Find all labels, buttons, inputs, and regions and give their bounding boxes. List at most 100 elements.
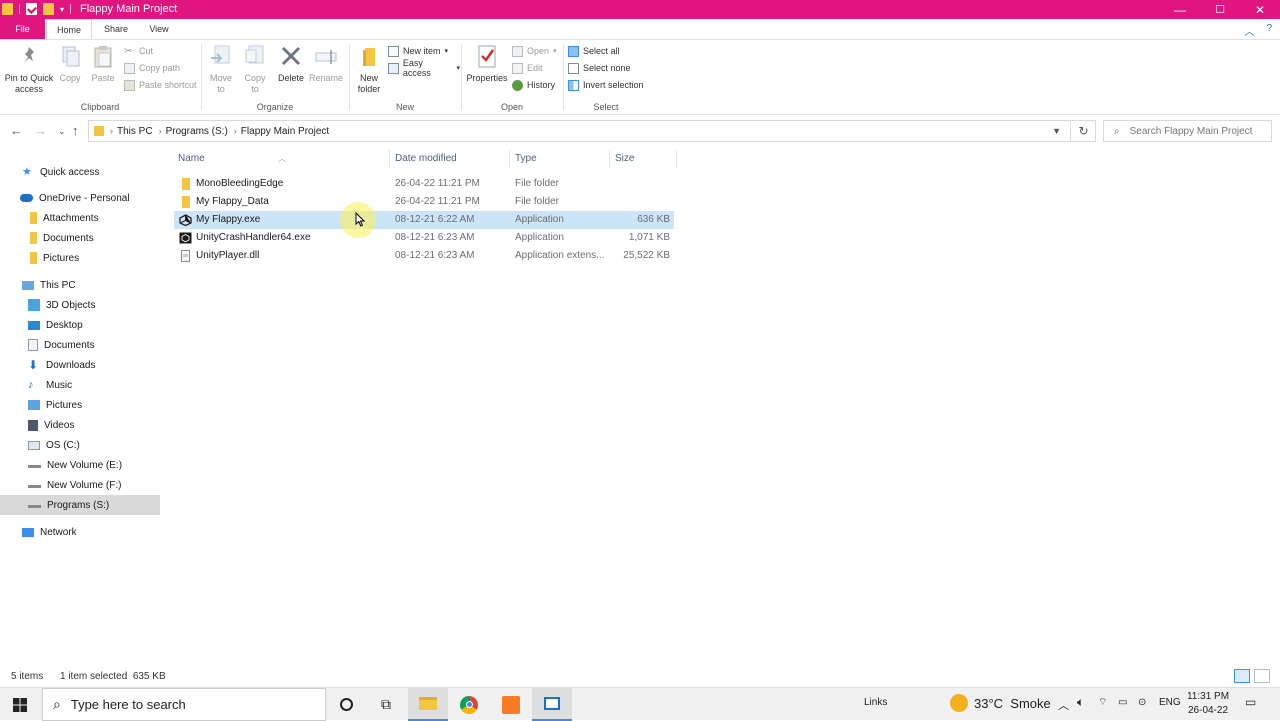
cortana-button[interactable] bbox=[326, 688, 366, 721]
xampp-taskbar-button[interactable] bbox=[491, 688, 531, 721]
file-row-selected[interactable]: My Flappy.exe 08-12-21 6:22 AM Applicati… bbox=[174, 211, 674, 229]
nav-programs-s[interactable]: Programs (S:) bbox=[0, 495, 160, 515]
easy-access-button[interactable]: Easy access ▾ bbox=[388, 58, 460, 78]
select-none-button[interactable]: Select none bbox=[568, 61, 631, 75]
invert-selection-button[interactable]: Invert selection bbox=[568, 78, 644, 92]
column-separator[interactable] bbox=[609, 150, 610, 168]
nav-this-pc[interactable]: This PC bbox=[0, 275, 160, 295]
notification-icon[interactable]: ▭ bbox=[1245, 695, 1256, 709]
maximize-button[interactable]: ☐ bbox=[1200, 0, 1240, 19]
nav-new-volume-e[interactable]: New Volume (E:) bbox=[0, 455, 160, 475]
copy-button[interactable]: Copy bbox=[56, 44, 84, 84]
nav-documents[interactable]: Documents bbox=[0, 335, 160, 355]
select-all-button[interactable]: Select all bbox=[568, 44, 620, 58]
qat-dropdown-icon[interactable]: ▾ bbox=[60, 5, 64, 14]
column-separator[interactable] bbox=[389, 150, 390, 168]
close-button[interactable]: ✕ bbox=[1240, 0, 1280, 19]
nav-os-c[interactable]: OS (C:) bbox=[0, 435, 160, 455]
nav-documents-onedrive[interactable]: Documents bbox=[0, 228, 160, 248]
breadcrumb-this-pc[interactable]: This PC bbox=[117, 126, 153, 137]
nav-videos[interactable]: Videos bbox=[0, 415, 160, 435]
details-view-icon[interactable] bbox=[1234, 669, 1250, 683]
nav-quick-access[interactable]: ★ Quick access bbox=[0, 162, 160, 182]
properties-button[interactable]: Properties bbox=[464, 44, 510, 84]
file-explorer-taskbar-button[interactable] bbox=[408, 688, 448, 721]
large-icons-view-icon[interactable] bbox=[1254, 669, 1270, 683]
links-toolbar[interactable]: Links bbox=[864, 697, 887, 708]
collapse-ribbon-icon[interactable]: ︿ bbox=[1244, 23, 1254, 38]
start-button[interactable] bbox=[0, 688, 40, 721]
edit-button[interactable]: Edit bbox=[512, 61, 543, 75]
taskbar-search[interactable]: ⌕ Type here to search bbox=[42, 688, 326, 721]
nav-pictures-onedrive[interactable]: Pictures bbox=[0, 248, 160, 268]
task-view-button[interactable]: ⧉ bbox=[366, 688, 406, 721]
move-to-button[interactable]: Move to bbox=[206, 44, 236, 95]
search-box[interactable]: ⌕ Search Flappy Main Project bbox=[1103, 120, 1272, 142]
weather-widget[interactable]: 33°C Smoke bbox=[950, 694, 1051, 712]
new-item-button[interactable]: New item ▾ bbox=[388, 44, 448, 58]
nav-network[interactable]: Network bbox=[0, 522, 160, 542]
nav-music[interactable]: ♪ Music bbox=[0, 375, 160, 395]
column-header-name[interactable]: Name bbox=[178, 153, 205, 164]
copy-to-button[interactable]: Copy to bbox=[240, 44, 270, 95]
file-row[interactable]: UnityPlayer.dll 08-12-21 6:23 AM Applica… bbox=[174, 247, 674, 265]
nav-downloads[interactable]: ⬇ Downloads bbox=[0, 355, 160, 375]
cut-button[interactable]: ✂ Cut bbox=[124, 44, 153, 58]
navigation-bar: ← → ⌄ ↑ › This PC › Programs (S:) › Flap… bbox=[0, 116, 1280, 146]
volume-icon[interactable]: 🔈︎ bbox=[1077, 695, 1084, 710]
new-folder-button[interactable]: New folder bbox=[352, 44, 386, 95]
nav-label: Documents bbox=[44, 339, 95, 351]
tab-share[interactable]: Share bbox=[96, 19, 136, 39]
invert-selection-icon bbox=[568, 79, 579, 91]
nav-onedrive[interactable]: OneDrive - Personal bbox=[0, 188, 160, 208]
column-header-size[interactable]: Size bbox=[615, 153, 634, 164]
paste-button[interactable]: Paste bbox=[88, 44, 118, 84]
delete-x-icon bbox=[281, 46, 301, 66]
copy-path-button[interactable]: Copy path bbox=[124, 61, 180, 75]
nav-label: Attachments bbox=[43, 212, 99, 224]
nav-desktop[interactable]: Desktop bbox=[0, 315, 160, 335]
tab-view[interactable]: View bbox=[140, 19, 178, 39]
breadcrumb-programs[interactable]: Programs (S:) bbox=[166, 126, 228, 137]
address-bar[interactable]: › This PC › Programs (S:) › Flappy Main … bbox=[88, 120, 1096, 142]
column-separator[interactable] bbox=[676, 150, 677, 168]
column-header-type[interactable]: Type bbox=[515, 153, 537, 164]
file-row[interactable]: UnityCrashHandler64.exe 08-12-21 6:23 AM… bbox=[174, 229, 674, 247]
nav-3d-objects[interactable]: 3D Objects bbox=[0, 295, 160, 315]
new-folder-icon[interactable] bbox=[43, 3, 54, 15]
history-button[interactable]: History bbox=[512, 78, 555, 92]
up-arrow-icon[interactable]: ↑ bbox=[72, 123, 79, 138]
location-icon[interactable]: ⊙ bbox=[1138, 697, 1146, 708]
refresh-icon[interactable]: ↻ bbox=[1070, 120, 1096, 142]
open-button[interactable]: Open ▾ bbox=[512, 44, 557, 58]
app-window-taskbar-button[interactable] bbox=[532, 688, 572, 721]
forward-arrow-icon[interactable]: → bbox=[34, 123, 47, 138]
tab-home[interactable]: Home bbox=[46, 19, 92, 39]
nav-new-volume-f[interactable]: New Volume (F:) bbox=[0, 475, 160, 495]
help-icon[interactable]: ? bbox=[1266, 23, 1272, 38]
file-row[interactable]: MonoBleedingEdge 26-04-22 11:21 PM File … bbox=[174, 175, 674, 193]
delete-button[interactable]: Delete bbox=[276, 44, 306, 84]
rename-button[interactable]: Rename bbox=[308, 44, 344, 84]
file-row[interactable]: My Flappy_Data 26-04-22 11:21 PM File fo… bbox=[174, 193, 674, 211]
battery-icon[interactable]: ▭ bbox=[1118, 697, 1127, 708]
back-arrow-icon[interactable]: ← bbox=[10, 123, 23, 138]
show-hidden-icons-icon[interactable]: ︿ bbox=[1058, 697, 1069, 713]
properties-check-icon[interactable] bbox=[26, 3, 37, 15]
address-dropdown-icon[interactable]: ▼ bbox=[1052, 126, 1061, 136]
column-header-date[interactable]: Date modified bbox=[395, 153, 457, 164]
chrome-taskbar-button[interactable] bbox=[449, 688, 489, 721]
paste-shortcut-button[interactable]: Paste shortcut bbox=[124, 78, 197, 92]
nav-attachments[interactable]: Attachments bbox=[0, 208, 160, 228]
breadcrumb-flappy-main-project[interactable]: Flappy Main Project bbox=[241, 126, 329, 137]
tab-file[interactable]: File bbox=[0, 19, 45, 39]
easy-access-icon bbox=[388, 62, 399, 74]
pin-quick-access-button[interactable]: Pin to Quick access bbox=[4, 44, 54, 95]
column-separator[interactable] bbox=[509, 150, 510, 168]
minimize-button[interactable]: — bbox=[1160, 0, 1200, 19]
recent-locations-chevron-icon[interactable]: ⌄ bbox=[58, 126, 66, 137]
wifi-icon[interactable]: ⌔ bbox=[1098, 696, 1107, 709]
clock[interactable]: 11:31 PM 26-04-22 bbox=[1178, 690, 1238, 718]
xampp-icon bbox=[502, 695, 520, 714]
nav-pictures[interactable]: Pictures bbox=[0, 395, 160, 415]
